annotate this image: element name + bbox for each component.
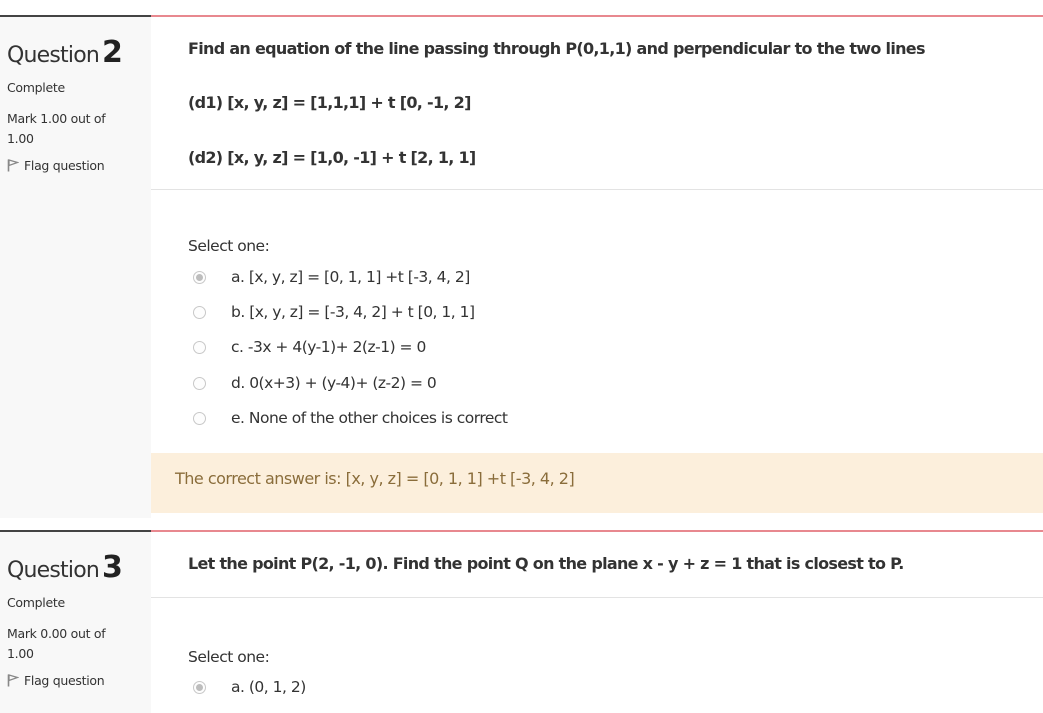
- correct-answer-feedback: The correct answer is: [x, y, z] = [0, 1…: [151, 453, 1043, 513]
- radio-button-selected[interactable]: [193, 680, 206, 694]
- question-info: Question 3 Complete Mark 0.00 out of 1.00…: [0, 530, 151, 713]
- radio-button-selected[interactable]: [193, 270, 206, 284]
- question-number-value: 3: [102, 550, 123, 585]
- question-grade: Mark 1.00 out of 1.00: [7, 111, 106, 146]
- question-number: Question 3: [7, 550, 123, 585]
- flag-question-link[interactable]: Flag question: [7, 673, 105, 688]
- option-label: b. [x, y, z] = [-3, 4, 2] + t [0, 1, 1]: [231, 303, 475, 321]
- question-2: Question 2 Complete Mark 1.00 out of 1.00…: [0, 0, 1043, 518]
- question-content: Let the point P(2, -1, 0). Find the poin…: [151, 530, 1043, 713]
- radio-button[interactable]: [193, 411, 206, 425]
- flag-question-label: Flag question: [24, 673, 105, 688]
- answer-option-b[interactable]: b. [x, y, z] = [-3, 4, 2] + t [0, 1, 1]: [193, 299, 475, 325]
- feedback-text: The correct answer is: [x, y, z] = [0, 1…: [175, 469, 575, 488]
- question-label: Question: [7, 43, 100, 68]
- answer-option-a[interactable]: a. (0, 1, 2): [193, 674, 306, 700]
- question-text: Let the point P(2, -1, 0). Find the poin…: [151, 532, 1043, 598]
- answer-option-c[interactable]: c. -3x + 4(y-1)+ 2(z-1) = 0: [193, 334, 426, 360]
- option-label: a. [x, y, z] = [0, 1, 1] +t [-3, 4, 2]: [231, 268, 470, 286]
- question-label: Question: [7, 558, 100, 583]
- answer-option-a[interactable]: a. [x, y, z] = [0, 1, 1] +t [-3, 4, 2]: [193, 264, 470, 290]
- select-one-prompt: Select one:: [188, 648, 270, 666]
- option-label: c. -3x + 4(y-1)+ 2(z-1) = 0: [231, 338, 426, 356]
- option-label: a. (0, 1, 2): [231, 678, 306, 696]
- select-one-prompt: Select one:: [188, 237, 270, 255]
- question-grade: Mark 0.00 out of 1.00: [7, 626, 106, 661]
- line-d2: (d2) [x, y, z] = [1,0, -1] + t [2, 1, 1]: [188, 148, 476, 167]
- answer-option-e[interactable]: e. None of the other choices is correct: [193, 405, 508, 431]
- question-number: Question 2: [7, 35, 123, 70]
- question-text: Find an equation of the line passing thr…: [151, 17, 1043, 190]
- radio-button[interactable]: [193, 305, 206, 319]
- option-label: e. None of the other choices is correct: [231, 409, 508, 427]
- line-d1: (d1) [x, y, z] = [1,1,1] + t [0, -1, 2]: [188, 93, 471, 112]
- question-number-value: 2: [102, 35, 123, 70]
- flag-question-link[interactable]: Flag question: [7, 158, 105, 173]
- question-text-line: Let the point P(2, -1, 0). Find the poin…: [188, 554, 904, 573]
- answer-option-d[interactable]: d. 0(x+3) + (y-4)+ (z-2) = 0: [193, 370, 437, 396]
- question-text-line: Find an equation of the line passing thr…: [188, 39, 925, 58]
- flag-icon: [7, 159, 19, 172]
- flag-question-label: Flag question: [24, 158, 105, 173]
- radio-button[interactable]: [193, 376, 206, 390]
- question-3: Question 3 Complete Mark 0.00 out of 1.00…: [0, 530, 1043, 713]
- question-state: Complete: [7, 595, 65, 610]
- option-label: d. 0(x+3) + (y-4)+ (z-2) = 0: [231, 374, 437, 392]
- question-state: Complete: [7, 80, 65, 95]
- flag-icon: [7, 674, 19, 687]
- radio-button[interactable]: [193, 340, 206, 354]
- question-content: Find an equation of the line passing thr…: [151, 15, 1043, 518]
- question-info: Question 2 Complete Mark 1.00 out of 1.00…: [0, 15, 151, 518]
